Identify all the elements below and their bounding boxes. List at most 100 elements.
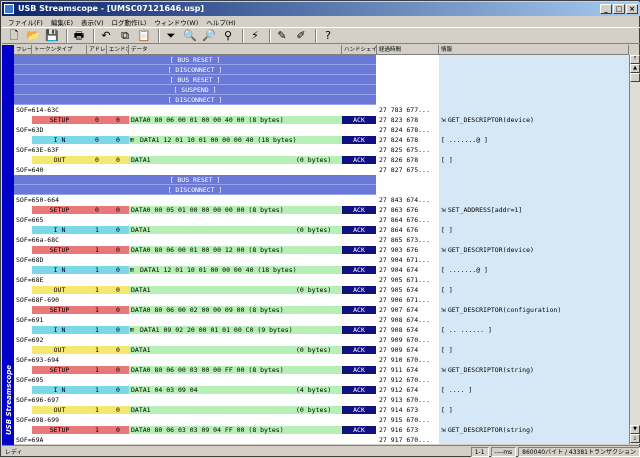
bus-event-row[interactable]: [ DISCONNECT ] [14, 95, 376, 105]
packet-row[interactable]: OUT 0 0 DATA1 (0 bytes) ACK [32, 155, 376, 165]
search-icon[interactable]: 🔎 [201, 28, 217, 43]
menu-log[interactable]: ログ動作(L) [108, 17, 151, 27]
menu-window[interactable]: ウィンドウ(W) [150, 17, 202, 27]
scroll-thumb[interactable] [630, 73, 640, 82]
trigger-icon[interactable]: ⚡ [247, 28, 263, 43]
packet-row[interactable]: I N 1 0 ⊞ DATA1 09 02 20 00 01 01 00 C0 (9 b… [32, 325, 376, 335]
close-button[interactable]: × [626, 4, 638, 14]
paste-icon[interactable]: 📋 [136, 28, 152, 43]
bus-event-row[interactable]: [ DISCONNECT ] [14, 65, 376, 75]
timestamp: 27 904 674 [379, 266, 419, 274]
zoom-icon[interactable]: 🔍 [182, 28, 198, 43]
addr-cell: 0 [87, 156, 107, 164]
scroll-down-icon[interactable]: ▼ [630, 425, 640, 434]
col-handshake[interactable]: ハンドシェイク [342, 45, 377, 55]
sof-row[interactable]: SOF=68F-690 [14, 295, 376, 305]
col-frame[interactable]: フレーム [14, 45, 32, 55]
packet-row[interactable]: OUT 1 0 DATA1 (0 bytes) ACK [32, 405, 376, 415]
maximize-button[interactable]: □ [613, 4, 625, 14]
col-elapsed[interactable]: 経過時間 [377, 45, 439, 55]
undo-icon[interactable]: ↶ [98, 28, 114, 43]
sof-row[interactable]: SOF=665 [14, 215, 376, 225]
timestamp: 27 917 670... [379, 436, 430, 444]
menu-help[interactable]: ヘルプ(H) [202, 17, 239, 27]
packet-row[interactable]: SETUP 1 0 DATA0 80 06 00 01 00 00 12 00 (8 … [32, 245, 376, 255]
bus-event-row[interactable]: [ BUS RESET ] [14, 175, 376, 185]
packet-row[interactable]: I N 1 0 ⊞ DATA1 12 01 10 01 00 00 00 40 (18 … [32, 265, 376, 275]
scroll-top-icon[interactable]: ⤒ [630, 55, 640, 64]
expand-icon[interactable]: ⊞ [129, 326, 138, 334]
timestamp: 27 905 674 [379, 286, 419, 294]
save-icon[interactable]: 💾 [44, 28, 60, 43]
toolbar: 🗋 📂 💾 🖶 ↶ ⧉ 📋 ⏷ 🔍 🔎 ⚲ ⚡ ✎ ✐? [2, 27, 640, 44]
open-icon[interactable]: 📂 [25, 28, 41, 43]
bus-event-row[interactable]: [ BUS RESET ] [14, 55, 376, 65]
sof-row[interactable]: SOF=650-664 [14, 195, 376, 205]
packet-row[interactable]: SETUP 1 0 DATA0 80 06 00 02 00 00 09 00 (8 … [32, 305, 376, 315]
info-text: GET_DESCRIPTOR(string) [447, 426, 534, 434]
timestamp: 27 914 673 [379, 406, 419, 414]
trace-pane[interactable]: [ BUS RESET ][ DISCONNECT ][ BUS RESET ]… [14, 55, 377, 444]
new-icon[interactable]: 🗋 [6, 28, 22, 43]
expand-icon[interactable]: ⊞ [129, 266, 138, 274]
status-bar: レディ 1-1 ----ms 860040バイト / 43381トランザクション [2, 445, 640, 457]
col-info[interactable]: 情報 [439, 45, 629, 55]
menu-file[interactable]: ファイル(F) [4, 17, 47, 27]
help-icon[interactable]: ? [320, 28, 336, 43]
scroll-bottom-icon[interactable]: ⤓ [630, 434, 640, 443]
sof-row[interactable]: SOF=63E-63F [14, 145, 376, 155]
timestamp: 27 916 673 [379, 426, 419, 434]
timestamp: 27 903 676 [379, 246, 419, 254]
packet-row[interactable]: OUT 1 0 DATA1 (0 bytes) ACK [32, 285, 376, 295]
packet-row[interactable]: I N 0 0 ⊞ DATA1 12 01 10 01 00 00 00 40 (18 … [32, 135, 376, 145]
vertical-scrollbar[interactable]: ⤒ ▲ ▼ ⤓ [629, 55, 640, 444]
menu-view[interactable]: 表示(V) [77, 17, 108, 27]
sof-row[interactable]: SOF=640 [14, 165, 376, 175]
sof-row[interactable]: SOF=696-697 [14, 395, 376, 405]
timestamp: 27 908 674 [379, 326, 419, 334]
col-addr[interactable]: アドレス [87, 45, 107, 55]
packet-row[interactable]: I N 1 0 DATA1 (0 bytes) ACK [32, 225, 376, 235]
sof-row[interactable]: SOF=692 [14, 335, 376, 345]
sof-row[interactable]: SOF=69A [14, 435, 376, 444]
addr-cell: 1 [87, 406, 107, 414]
minimize-button[interactable]: _ [600, 4, 612, 14]
endpoint-cell: 0 [107, 346, 129, 354]
bus-event-row[interactable]: [ DISCONNECT ] [14, 185, 376, 195]
packet-row[interactable]: SETUP 0 0 DATA0 00 05 01 00 00 00 00 00 (8 … [32, 205, 376, 215]
sof-row[interactable]: SOF=693-694 [14, 355, 376, 365]
sof-row[interactable]: SOF=66a-68C [14, 235, 376, 245]
unmark-icon[interactable]: ✐ [293, 28, 309, 43]
mark-icon[interactable]: ✎ [274, 28, 290, 43]
print-icon[interactable]: 🖶 [71, 28, 87, 43]
packet-row[interactable]: SETUP 1 0 DATA0 80 06 03 03 09 04 FF 00 (8 … [32, 425, 376, 435]
filter-icon[interactable]: ⏷ [163, 28, 179, 43]
info-cell: ⇲ SET_ADDRESS[addr=1] [441, 205, 522, 215]
packet-row[interactable]: OUT 1 0 DATA1 (0 bytes) ACK [32, 345, 376, 355]
scroll-up-icon[interactable]: ▲ [630, 64, 640, 73]
sof-row[interactable]: SOF=698-699 [14, 415, 376, 425]
info-text: GET_DESCRIPTOR(string) [447, 366, 534, 374]
sof-row[interactable]: SOF=691 [14, 315, 376, 325]
menu-edit[interactable]: 編集(E) [47, 17, 77, 27]
packet-row[interactable]: SETUP 1 0 DATA0 80 06 00 03 00 00 FF 00 (8 … [32, 365, 376, 375]
sof-row[interactable]: SOF=68D [14, 255, 376, 265]
packet-row[interactable]: SETUP 0 0 DATA0 80 06 00 01 00 00 40 00 (8 … [32, 115, 376, 125]
sof-row[interactable]: SOF=63D [14, 125, 376, 135]
copy-icon[interactable]: ⧉ [117, 28, 133, 43]
find-next-icon[interactable]: ⚲ [220, 28, 236, 43]
side-banner: USB Streamscope [2, 45, 14, 445]
expand-icon[interactable]: ⊞ [129, 136, 138, 144]
sof-row[interactable]: SOF=614-63C [14, 105, 376, 115]
packet-row[interactable]: I N 1 0 DATA1 04 03 09 04 (4 bytes) ACK [32, 385, 376, 395]
sof-row[interactable]: SOF=695 [14, 375, 376, 385]
sof-row[interactable]: SOF=68E [14, 275, 376, 285]
bus-event-row[interactable]: [ SUSPEND ] [14, 85, 376, 95]
data-cell: DATA0 80 06 03 03 09 04 FF 00 (8 bytes) [129, 426, 342, 434]
col-data[interactable]: データ [129, 45, 342, 55]
col-endpoint[interactable]: エンドポイント [107, 45, 129, 55]
col-token[interactable]: トークンタイプ [32, 45, 87, 55]
bus-event-row[interactable]: [ BUS RESET ] [14, 75, 376, 85]
handshake-cell: ACK [342, 346, 376, 354]
info-cell: [ ] [441, 285, 453, 295]
